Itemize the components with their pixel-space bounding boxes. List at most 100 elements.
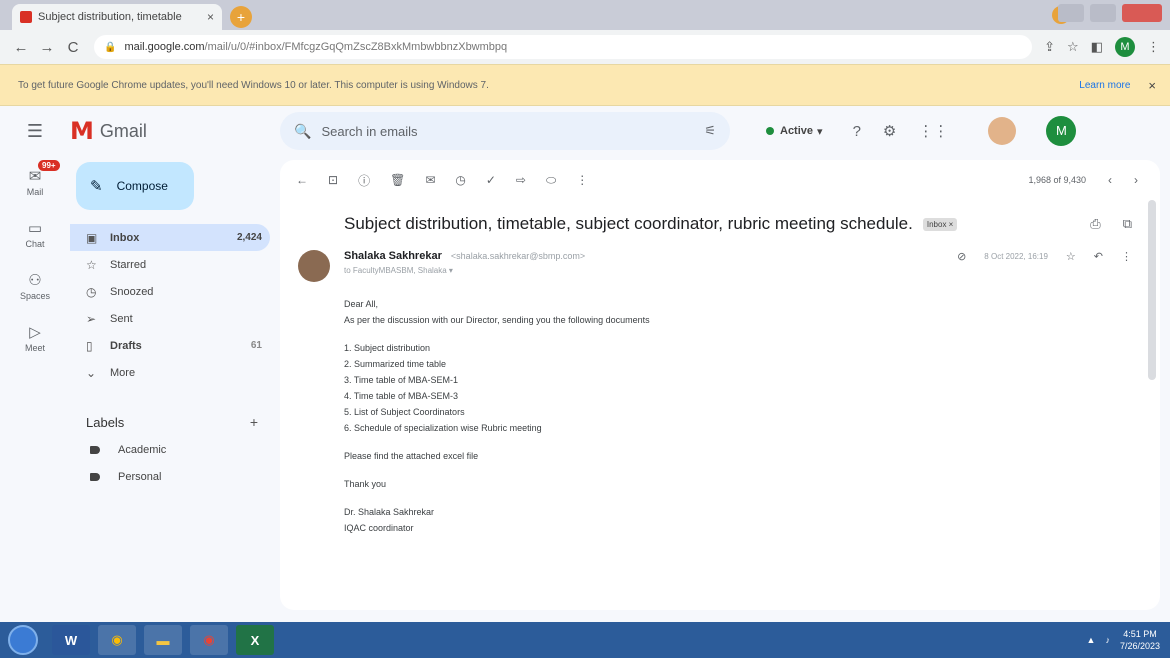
- forward-button[interactable]: →: [36, 39, 58, 56]
- inbox-icon: ▣: [86, 230, 98, 245]
- gmail-logo[interactable]: M Gmail: [70, 117, 280, 145]
- list-item: 6. Schedule of specialization wise Rubri…: [344, 423, 542, 433]
- windows-taskbar: W ◉ ▬ ◉ X ▲ ♪ 4:51 PM 7/26/2023: [0, 622, 1170, 658]
- message-scrollbar[interactable]: [1148, 200, 1156, 380]
- explorer-app-button[interactable]: ▬: [144, 625, 182, 655]
- prev-message-icon[interactable]: ‹: [1108, 173, 1112, 187]
- taskbar-clock[interactable]: 4:51 PM 7/26/2023: [1120, 628, 1160, 652]
- reload-button[interactable]: C: [62, 39, 84, 56]
- chrome-icon: ◉: [111, 632, 123, 647]
- draft-icon: ▯: [86, 338, 93, 353]
- rail-chat[interactable]: ▭ Chat: [0, 208, 70, 260]
- star-icon: ☆: [86, 257, 97, 272]
- mark-unread-icon[interactable]: ✉: [425, 173, 435, 187]
- more-options-icon[interactable]: ⋮: [576, 173, 588, 187]
- sidebar-item-snoozed[interactable]: ◷ Snoozed: [70, 278, 270, 305]
- sidebar-item-inbox[interactable]: ▣ Inbox 2,424: [70, 224, 270, 251]
- network-icon[interactable]: ▲: [1087, 635, 1096, 645]
- word-app-button[interactable]: W: [52, 625, 90, 655]
- chrome-window-button[interactable]: ◉: [190, 625, 228, 655]
- help-icon[interactable]: ?: [853, 123, 861, 140]
- extensions-icon[interactable]: ◧: [1091, 39, 1103, 55]
- tab-close-icon[interactable]: ×: [207, 10, 214, 24]
- open-new-window-icon[interactable]: ⧉: [1123, 216, 1132, 232]
- window-controls: [1058, 4, 1162, 22]
- sidebar-item-label: Inbox: [110, 231, 140, 244]
- infobar-close-icon[interactable]: ×: [1148, 78, 1156, 93]
- compose-button[interactable]: ✎ Compose: [76, 162, 194, 210]
- labels-icon[interactable]: ⬭: [546, 173, 556, 188]
- label-name: Personal: [118, 470, 162, 483]
- rail-spaces[interactable]: ⚇ Spaces: [0, 260, 70, 312]
- apps-grid-icon[interactable]: ⋮⋮: [918, 122, 948, 140]
- sidebar-item-sent[interactable]: ➢ Sent: [70, 305, 270, 332]
- search-bar[interactable]: 🔍 Search in emails ⚟: [280, 112, 730, 150]
- status-selector[interactable]: Active ▾: [766, 125, 823, 138]
- rail-meet-label: Meet: [24, 343, 45, 353]
- list-item: 3. Time table of MBA-SEM-1: [344, 375, 459, 385]
- next-message-icon[interactable]: ›: [1134, 173, 1138, 187]
- chat-icon: ▭: [27, 220, 43, 237]
- chrome-menu-icon[interactable]: ⋮: [1147, 39, 1160, 55]
- sender-name[interactable]: Shalaka Sakhrekar <shalaka.sakhrekar@sbm…: [344, 250, 957, 262]
- label-item-personal[interactable]: Personal: [70, 463, 280, 490]
- move-to-icon[interactable]: ⇨: [516, 173, 526, 187]
- active-status-dot: [766, 127, 774, 135]
- sidebar-item-label: Drafts: [110, 339, 142, 352]
- chrome-profile-avatar[interactable]: M: [1115, 37, 1135, 57]
- message-more-icon[interactable]: ⋮: [1121, 250, 1132, 263]
- tab-title: Subject distribution, timetable: [38, 11, 182, 23]
- rail-mail[interactable]: 99+ ✉ Mail: [0, 156, 70, 208]
- rail-meet[interactable]: ▷ Meet: [0, 312, 70, 364]
- chevron-down-icon: ⌄: [86, 365, 97, 380]
- star-message-icon[interactable]: ☆: [1066, 250, 1076, 263]
- address-bar-row: ← → C 🔒 mail.google.com /mail/u/0/#inbox…: [0, 30, 1170, 64]
- settings-gear-icon[interactable]: ⚙: [883, 122, 896, 140]
- attachment-icon: ⊘: [957, 251, 967, 263]
- organization-logo: [988, 117, 1017, 145]
- back-to-inbox-icon[interactable]: ←: [296, 173, 308, 187]
- maximize-button[interactable]: [1090, 4, 1116, 22]
- minimize-button[interactable]: [1058, 4, 1084, 22]
- learn-more-link[interactable]: Learn more: [1079, 80, 1130, 91]
- bookmark-star-icon[interactable]: ☆: [1067, 39, 1079, 55]
- archive-icon[interactable]: ⊡: [328, 173, 338, 187]
- delete-icon[interactable]: 🗑: [390, 173, 405, 187]
- search-input[interactable]: Search in emails: [321, 124, 417, 139]
- inbox-label-chip[interactable]: Inbox ×: [922, 217, 958, 231]
- snooze-icon[interactable]: ◷: [455, 173, 465, 187]
- account-avatar[interactable]: M: [1046, 116, 1077, 146]
- window-close-button[interactable]: [1122, 4, 1162, 22]
- url-field[interactable]: 🔒 mail.google.com /mail/u/0/#inbox/FMfcg…: [94, 35, 1033, 59]
- reply-icon[interactable]: ↶: [1094, 250, 1103, 263]
- main-menu-icon[interactable]: ☰: [0, 121, 70, 142]
- search-options-icon[interactable]: ⚟: [704, 123, 716, 139]
- label-name: Academic: [118, 443, 167, 456]
- excel-app-button[interactable]: X: [236, 625, 274, 655]
- add-task-icon[interactable]: ✓: [486, 173, 496, 187]
- sender-avatar[interactable]: [298, 250, 330, 282]
- start-button[interactable]: [8, 625, 38, 655]
- add-label-icon[interactable]: +: [250, 414, 258, 430]
- recipients-line[interactable]: to FacultyMBASBM, Shalaka ▾: [344, 266, 957, 275]
- chevron-down-icon: ▾: [817, 125, 823, 138]
- report-spam-icon[interactable]: ⓘ: [358, 172, 370, 189]
- share-icon[interactable]: ⇪: [1044, 39, 1055, 55]
- intro-line: As per the discussion with our Director,…: [344, 315, 650, 325]
- gmail-header: ☰ M Gmail 🔍 Search in emails ⚟ Active ▾ …: [0, 106, 1170, 156]
- sidebar-item-label: Sent: [110, 312, 133, 325]
- new-tab-button[interactable]: +: [230, 6, 252, 28]
- back-button[interactable]: ←: [10, 39, 32, 56]
- url-path: /mail/u/0/#inbox/FMfcgzGqQmZscZ8BxkMmbwb…: [204, 41, 508, 53]
- search-icon[interactable]: 🔍: [294, 123, 311, 140]
- print-icon[interactable]: ⎙: [1090, 216, 1100, 232]
- labels-heading: Labels: [86, 414, 125, 430]
- browser-tab[interactable]: Subject distribution, timetable ×: [12, 4, 222, 30]
- sidebar-item-starred[interactable]: ☆ Starred: [70, 251, 270, 278]
- chrome-app-button[interactable]: ◉: [98, 625, 136, 655]
- volume-icon[interactable]: ♪: [1105, 635, 1110, 645]
- label-item-academic[interactable]: Academic: [70, 436, 280, 463]
- sidebar-item-more[interactable]: ⌄ More: [70, 359, 270, 386]
- sidebar-item-drafts[interactable]: ▯ Drafts 61: [70, 332, 270, 359]
- sender-row: Shalaka Sakhrekar <shalaka.sakhrekar@sbm…: [280, 234, 1160, 282]
